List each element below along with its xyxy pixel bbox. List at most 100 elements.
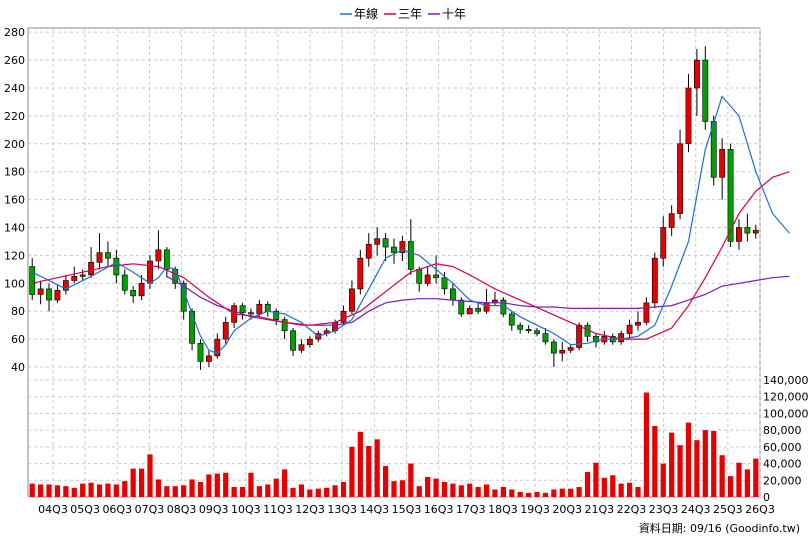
volume-bar [500, 486, 506, 497]
volume-bar [340, 481, 347, 497]
volume-bar [46, 484, 52, 497]
candle-body [256, 303, 263, 315]
price-volume-chart: 年線 三年 十年 40 60 80 100 120 140 160 180 200 220 240 260… [4, 6, 808, 535]
volume-bar [138, 468, 145, 497]
candle-body [466, 308, 473, 315]
volume-bar [332, 485, 338, 497]
candle-body [643, 302, 650, 323]
volume-bar [38, 484, 44, 497]
volume-tick-label: 20,000 [763, 474, 802, 487]
candle-body [382, 238, 389, 248]
volume-bar [29, 483, 35, 497]
x-tick-label: 10Q3 [231, 503, 261, 516]
candle-body [29, 266, 36, 295]
candle-body [685, 87, 692, 145]
price-tick-label: 40 [11, 361, 25, 374]
candle-body [155, 249, 162, 262]
volume-bar [416, 486, 422, 497]
x-tick-label: 25Q3 [713, 503, 743, 516]
plot-area: 406080100120140160180200220240260280020,… [4, 26, 808, 516]
volume-bar [483, 484, 490, 497]
volume-bar [256, 486, 262, 497]
volume-bar [63, 486, 69, 497]
price-tick-label: 140 [4, 222, 25, 235]
volume-bar [164, 486, 170, 497]
volume-bar [584, 471, 591, 497]
candle-body [744, 227, 751, 234]
volume-bar [425, 476, 431, 497]
volume-bar [298, 484, 305, 497]
volume-bar [576, 486, 582, 497]
chart-legend: 年線 三年 十年 [340, 6, 466, 21]
candle-body [559, 349, 566, 354]
volume-bar [122, 481, 128, 497]
candle-body [525, 329, 532, 332]
price-tick-label: 260 [4, 54, 25, 67]
volume-bar [450, 483, 456, 497]
volume-bar [282, 469, 288, 497]
candle-body [46, 288, 52, 301]
candle-body [752, 229, 759, 234]
volume-bar [181, 485, 187, 497]
price-tick-label: 80 [11, 305, 25, 318]
volume-bar [744, 469, 750, 497]
x-tick-label: 15Q3 [392, 503, 422, 516]
candle-body [374, 238, 381, 245]
volume-bar [433, 478, 439, 497]
volume-bar [382, 466, 389, 497]
volume-bar [568, 488, 574, 497]
candle-body [483, 302, 490, 312]
candle-body [433, 274, 439, 279]
volume-bar [441, 481, 448, 497]
candle-body [702, 59, 709, 122]
x-tick-label: 19Q3 [520, 503, 550, 516]
candle-body [189, 310, 195, 344]
volume-bar [391, 481, 397, 497]
candle-body [365, 243, 372, 259]
volume-bar [273, 478, 279, 497]
candle-body [205, 355, 212, 362]
candle-body [542, 333, 549, 343]
volume-tick-label: 140,000 [763, 374, 808, 387]
volume-bar [155, 479, 162, 497]
candle-body [306, 338, 313, 346]
candle-body [130, 289, 137, 297]
x-tick-label: 14Q3 [360, 503, 390, 516]
volume-bar [88, 482, 94, 497]
volume-bar [147, 454, 153, 497]
volume-bar [652, 425, 658, 497]
volume-bar [96, 484, 103, 497]
candle-body [668, 213, 675, 228]
volume-bar [130, 468, 136, 497]
volume-bar [239, 486, 246, 497]
candle-body [626, 324, 633, 334]
candle-body [147, 260, 153, 284]
x-tick-label: 09Q3 [199, 503, 229, 516]
legend-label: 年線 [354, 6, 378, 21]
x-tick-label: 24Q3 [681, 503, 711, 516]
candle-body [197, 343, 204, 362]
candle-body [475, 308, 482, 312]
x-tick-label: 08Q3 [167, 503, 197, 516]
source-label: 資料日期: 09/16 (Goodinfo.tw) [639, 521, 800, 535]
candle-body [534, 330, 540, 334]
candle-body [391, 246, 397, 253]
legend-label: 十年 [442, 7, 466, 21]
volume-bar [54, 485, 61, 497]
candle-body [79, 274, 86, 277]
volume-bar [71, 487, 77, 497]
candle-body [71, 276, 78, 281]
candle-body [88, 262, 95, 276]
volume-bar [526, 492, 532, 497]
volume-tick-label: 40,000 [763, 458, 802, 471]
volume-bar [290, 487, 296, 497]
volume-bar [736, 462, 742, 497]
candle-body [105, 252, 111, 259]
price-tick-label: 100 [4, 277, 25, 290]
volume-bar [685, 422, 692, 497]
candle-body [550, 341, 557, 354]
volume-bar [601, 477, 607, 497]
volume-bar [517, 491, 523, 497]
volume-bar [374, 439, 380, 497]
candle-body [458, 299, 465, 315]
